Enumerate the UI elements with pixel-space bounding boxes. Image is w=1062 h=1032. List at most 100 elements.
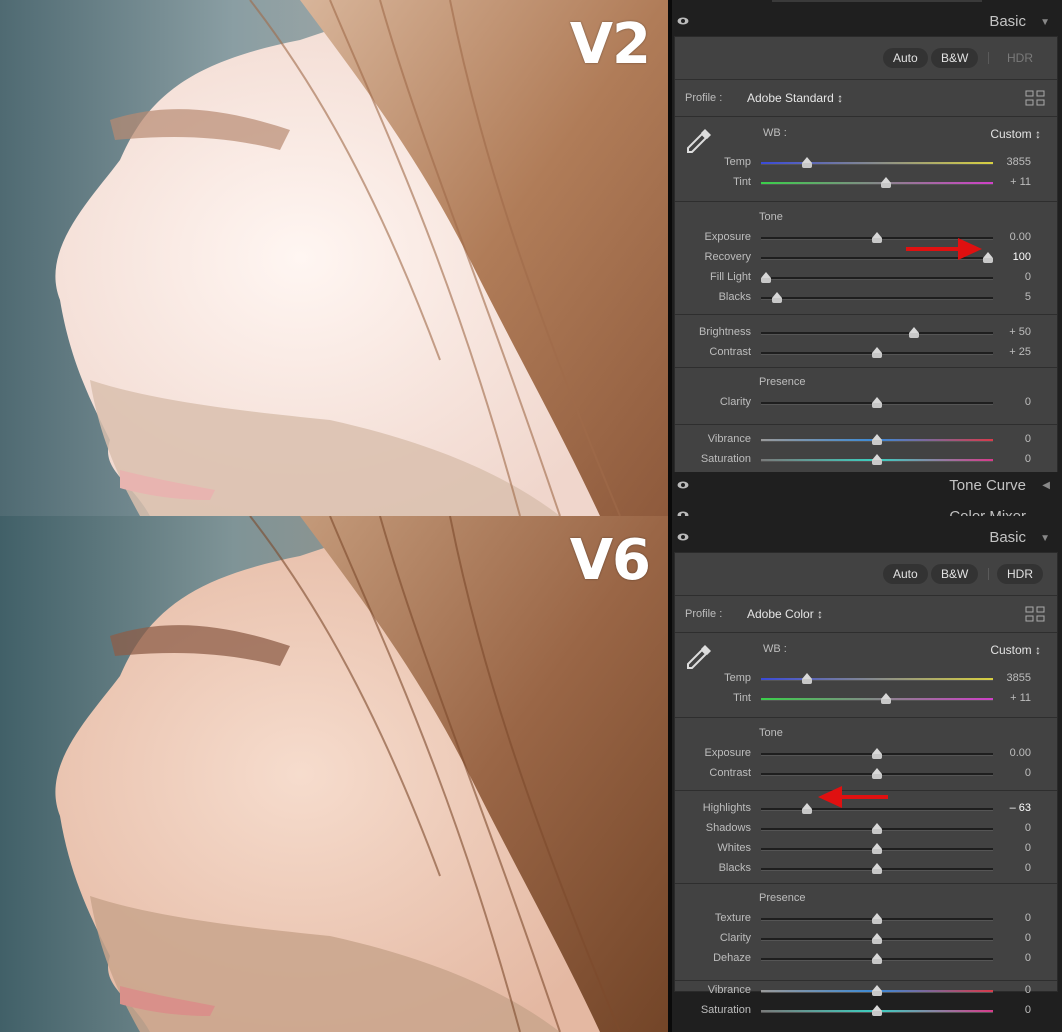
slider-label: Blacks	[718, 862, 751, 874]
slider-thumb[interactable]	[881, 177, 892, 188]
profile-browser-grid-icon[interactable]	[1025, 90, 1045, 106]
slider-value[interactable]: + 50	[1009, 326, 1031, 338]
slider-value[interactable]: 0	[1025, 453, 1031, 465]
saturation-slider[interactable]	[761, 1005, 993, 1016]
basic-panel-header[interactable]: Basic ▼	[672, 8, 1062, 36]
clarity-slider[interactable]	[761, 397, 993, 408]
whites-slider[interactable]	[761, 843, 993, 854]
slider-thumb[interactable]	[772, 292, 783, 303]
slider-thumb[interactable]	[760, 272, 771, 283]
slider-value[interactable]: 5	[1025, 291, 1031, 303]
profile-dropdown[interactable]: Adobe Color ↕	[747, 607, 823, 621]
tint-slider[interactable]	[761, 177, 993, 188]
slider-value[interactable]: 0.00	[1010, 747, 1031, 759]
slider-label: Clarity	[719, 396, 751, 408]
slider-thumb[interactable]	[872, 823, 882, 834]
slider-value[interactable]: 0	[1025, 912, 1031, 924]
slider-thumb[interactable]	[872, 985, 882, 996]
slider-value[interactable]: 100	[1013, 251, 1031, 263]
slider-thumb[interactable]	[802, 673, 813, 684]
slider-thumb[interactable]	[872, 1005, 882, 1016]
shadows-slider[interactable]	[761, 823, 993, 834]
profile-browser-grid-icon[interactable]	[1025, 606, 1045, 622]
slider-thumb[interactable]	[872, 913, 882, 924]
slider-thumb[interactable]	[872, 454, 882, 465]
slider-value[interactable]: 0	[1025, 952, 1031, 964]
slider-value[interactable]: + 11	[1010, 692, 1031, 704]
blacks-slider[interactable]	[761, 292, 993, 303]
bw-button[interactable]: B&W	[931, 48, 979, 68]
slider-thumb[interactable]	[909, 327, 920, 338]
exposure-slider[interactable]	[761, 748, 993, 759]
vibrance-slider[interactable]	[761, 985, 993, 996]
slider-row-vibrance: Vibrance 0	[675, 981, 1057, 1001]
slider-value[interactable]: 0	[1025, 767, 1031, 779]
slider-thumb[interactable]	[872, 843, 882, 854]
temp-slider[interactable]	[761, 673, 993, 684]
slider-value[interactable]: 0	[1025, 271, 1031, 283]
fill-light-slider[interactable]	[760, 272, 993, 283]
temp-slider[interactable]	[761, 157, 993, 168]
brightness-slider[interactable]	[761, 327, 993, 338]
eye-icon[interactable]	[677, 479, 689, 491]
slider-value[interactable]: – 63	[1010, 802, 1031, 814]
hdr-button[interactable]: HDR	[997, 564, 1043, 584]
slider-thumb[interactable]	[872, 953, 882, 964]
slider-value[interactable]: 0	[1025, 842, 1031, 854]
slider-row-tint: Tint + 11	[675, 173, 1057, 193]
slider-value[interactable]: + 25	[1009, 346, 1031, 358]
wb-dropdown[interactable]: Custom ↕	[990, 643, 1041, 657]
saturation-slider[interactable]	[761, 454, 993, 465]
expand-triangle-icon[interactable]: ◀	[1042, 480, 1050, 491]
tone-curve-panel-header[interactable]: Tone Curve ◀	[672, 472, 1062, 500]
slider-value[interactable]: 3855	[1007, 672, 1031, 684]
slider-thumb[interactable]	[872, 232, 882, 243]
contrast-slider[interactable]	[761, 768, 993, 779]
slider-value[interactable]: 0	[1025, 932, 1031, 944]
profile-dropdown[interactable]: Adobe Standard ↕	[747, 91, 843, 105]
color-mixer-panel-header[interactable]: Color Mixer	[672, 504, 1062, 516]
slider-label: Contrast	[709, 767, 751, 779]
hdr-button[interactable]: HDR	[997, 48, 1043, 68]
slider-thumb[interactable]	[872, 863, 882, 874]
eye-icon[interactable]	[677, 509, 689, 516]
slider-thumb[interactable]	[802, 157, 813, 168]
vibrance-slider[interactable]	[761, 434, 993, 445]
eye-icon[interactable]	[677, 15, 689, 27]
slider-value[interactable]: + 11	[1010, 176, 1031, 188]
slider-thumb[interactable]	[872, 347, 882, 358]
texture-slider[interactable]	[761, 913, 993, 924]
slider-thumb[interactable]	[872, 768, 882, 779]
slider-thumb[interactable]	[872, 434, 882, 445]
slider-thumb[interactable]	[872, 748, 882, 759]
clarity-slider[interactable]	[761, 933, 993, 944]
eye-icon[interactable]	[677, 531, 689, 543]
tone-brightness-section: Brightness + 50 Contrast + 25	[675, 315, 1057, 368]
tone-title: Tone	[759, 211, 783, 223]
basic-panel-header[interactable]: Basic ▼	[672, 524, 1062, 552]
blacks-slider[interactable]	[761, 863, 993, 874]
slider-value[interactable]: 0	[1025, 862, 1031, 874]
slider-value[interactable]: 0	[1025, 822, 1031, 834]
slider-value[interactable]: 3855	[1007, 156, 1031, 168]
slider-value[interactable]: 0	[1025, 1004, 1031, 1016]
slider-value[interactable]: 0	[1025, 984, 1031, 996]
slider-value[interactable]: 0	[1025, 433, 1031, 445]
tint-slider[interactable]	[761, 693, 993, 704]
slider-label: Temp	[724, 672, 751, 684]
slider-thumb[interactable]	[872, 933, 882, 944]
collapse-triangle-icon[interactable]: ▼	[1040, 533, 1050, 544]
auto-button[interactable]: Auto	[883, 48, 928, 68]
bw-button[interactable]: B&W	[931, 564, 979, 584]
slider-thumb[interactable]	[881, 693, 892, 704]
slider-value[interactable]: 0.00	[1010, 231, 1031, 243]
auto-button[interactable]: Auto	[883, 564, 928, 584]
wb-dropdown[interactable]: Custom ↕	[990, 127, 1041, 141]
contrast-slider[interactable]	[761, 347, 993, 358]
slider-value[interactable]: 0	[1025, 396, 1031, 408]
collapse-triangle-icon[interactable]: ▼	[1040, 17, 1050, 28]
slider-thumb[interactable]	[872, 397, 882, 408]
dehaze-slider[interactable]	[761, 953, 993, 964]
slider-row-saturation: Saturation 0	[675, 450, 1057, 470]
slider-row-dehaze: Dehaze 0	[675, 949, 1057, 969]
